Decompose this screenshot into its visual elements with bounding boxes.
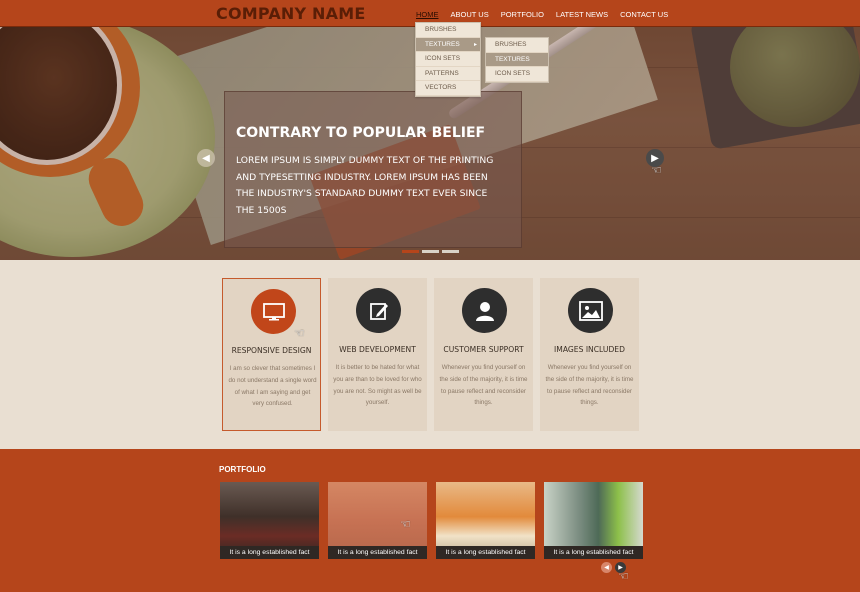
- menu-item-vectors[interactable]: VECTORS: [416, 81, 480, 96]
- textures-submenu: BRUSHES TEXTURES ICON SETS: [485, 37, 549, 83]
- arrow-right-icon: ▶: [651, 152, 659, 164]
- feature-title: IMAGES INCLUDED: [554, 345, 625, 354]
- edit-icon: [356, 288, 401, 333]
- portfolio-item[interactable]: It is a long established fact: [328, 482, 427, 559]
- home-dropdown-menu: BRUSHES TEXTURES ▸ ICON SETS PATTERNS VE…: [415, 22, 481, 97]
- portfolio-caption: It is a long established fact: [220, 546, 319, 559]
- feature-card-web-development[interactable]: WEB DEVELOPMENT It is better to be hated…: [328, 278, 427, 431]
- menu-item-patterns[interactable]: PATTERNS: [416, 67, 480, 81]
- slider-dot-3[interactable]: [442, 250, 459, 253]
- portfolio-caption: It is a long established fact: [328, 546, 427, 559]
- arrow-left-icon: ◀: [202, 152, 210, 164]
- nav-about-us[interactable]: ABOUT US: [451, 10, 489, 19]
- submenu-item-brushes[interactable]: BRUSHES: [486, 38, 548, 53]
- company-logo-text[interactable]: COMPANY NAME: [216, 4, 365, 23]
- submenu-arrow-icon: ▸: [473, 41, 477, 48]
- arrow-left-icon: ◀: [604, 564, 609, 571]
- slide-caption: CONTRARY TO POPULAR BELIEF LOREM IPSUM I…: [224, 91, 522, 248]
- image-icon: [568, 288, 613, 333]
- feature-title: WEB DEVELOPMENT: [339, 345, 416, 354]
- slider-dots: [402, 250, 459, 253]
- portfolio-prev-button[interactable]: ◀: [601, 562, 612, 573]
- menu-item-brushes[interactable]: BRUSHES: [416, 23, 480, 38]
- slide-text: LOREM IPSUM IS SIMPLY DUMMY TEXT OF THE …: [236, 155, 494, 216]
- main-nav: HOME ABOUT US PORTFOLIO LATEST NEWS CONT…: [416, 10, 680, 19]
- slider-prev-button[interactable]: ◀: [197, 149, 215, 167]
- nav-contact-us[interactable]: CONTACT US: [620, 10, 668, 19]
- slide-title: CONTRARY TO POPULAR BELIEF: [236, 125, 486, 141]
- feature-text: Whenever you find yourself on the side o…: [439, 364, 528, 407]
- feature-card-customer-support[interactable]: CUSTOMER SUPPORT Whenever you find yours…: [434, 278, 533, 431]
- nav-latest-news[interactable]: LATEST NEWS: [556, 10, 608, 19]
- slider-dot-1[interactable]: [402, 250, 419, 253]
- slider-dot-2[interactable]: [422, 250, 439, 253]
- portfolio-item[interactable]: It is a long established fact: [544, 482, 643, 559]
- portfolio-title: PORTFOLIO: [219, 465, 266, 474]
- nav-home[interactable]: HOME: [416, 10, 439, 19]
- portfolio-section: PORTFOLIO It is a long established fact …: [0, 449, 860, 592]
- hand-cursor-icon: ☜: [651, 163, 662, 177]
- feature-text: It is better to be hated for what you ar…: [333, 364, 422, 407]
- portfolio-item[interactable]: It is a long established fact: [436, 482, 535, 559]
- monitor-icon: [251, 289, 296, 334]
- portfolio-caption: It is a long established fact: [544, 546, 643, 559]
- feature-text: Whenever you find yourself on the side o…: [545, 364, 634, 407]
- feature-card-images-included[interactable]: IMAGES INCLUDED Whenever you find yourse…: [540, 278, 639, 431]
- features-section: RESPONSIVE DESIGN I am so clever that so…: [222, 278, 639, 431]
- feature-title: CUSTOMER SUPPORT: [443, 345, 524, 354]
- hand-cursor-icon: ☜: [400, 517, 411, 531]
- portfolio-caption: It is a long established fact: [436, 546, 535, 559]
- menu-item-textures[interactable]: TEXTURES ▸: [416, 37, 480, 52]
- portfolio-carousel: It is a long established fact It is a lo…: [220, 482, 643, 559]
- portfolio-item[interactable]: It is a long established fact: [220, 482, 319, 559]
- submenu-item-textures[interactable]: TEXTURES: [486, 52, 548, 67]
- feature-card-responsive-design[interactable]: RESPONSIVE DESIGN I am so clever that so…: [222, 278, 321, 431]
- nav-portfolio[interactable]: PORTFOLIO: [501, 10, 544, 19]
- user-icon: [462, 288, 507, 333]
- feature-text: I am so clever that sometimes I do not u…: [228, 365, 317, 408]
- hand-cursor-icon: ☜: [294, 326, 305, 340]
- menu-item-icon-sets[interactable]: ICON SETS: [416, 52, 480, 67]
- menu-item-textures-label: TEXTURES: [425, 40, 460, 48]
- submenu-item-icon-sets[interactable]: ICON SETS: [486, 67, 548, 82]
- hand-cursor-icon: ☜: [618, 569, 629, 583]
- feature-title: RESPONSIVE DESIGN: [231, 346, 312, 355]
